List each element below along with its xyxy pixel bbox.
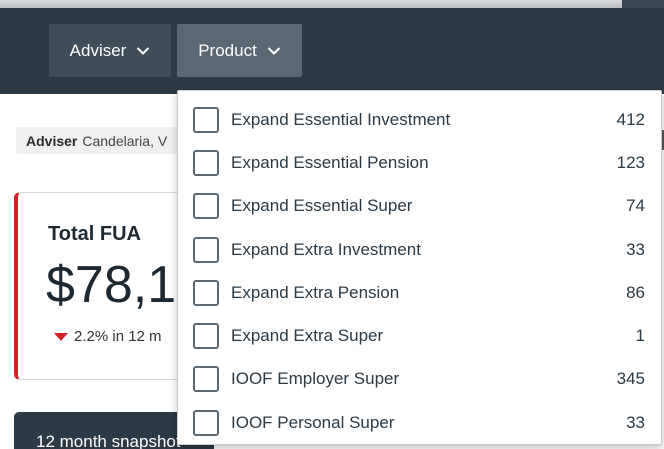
option-label: Expand Extra Investment (231, 239, 421, 259)
option-count: 1 (635, 326, 645, 346)
option-count: 33 (626, 412, 645, 432)
chevron-down-icon (137, 46, 150, 55)
option-checkbox[interactable] (193, 236, 219, 263)
filter-chip-key: Adviser (26, 132, 78, 149)
product-option[interactable]: Expand Essential Super 74 (178, 185, 661, 228)
option-checkbox[interactable] (193, 279, 219, 306)
filter-chip-value: Candelaria, V (82, 132, 168, 149)
option-label: Expand Extra Super (231, 326, 384, 346)
option-count: 123 (616, 152, 645, 172)
option-count: 345 (616, 369, 645, 389)
option-checkbox[interactable] (193, 149, 219, 176)
navbar: Adviser Product (0, 8, 664, 94)
adviser-filter-label: Adviser (69, 40, 127, 60)
product-option[interactable]: IOOF Employer Super 345 (178, 358, 661, 401)
option-checkbox[interactable] (193, 366, 219, 393)
option-checkbox[interactable] (193, 323, 219, 350)
option-label: Expand Essential Pension (231, 152, 429, 172)
option-count: 412 (616, 109, 645, 129)
snapshot-title: 12 month snapshot (36, 432, 181, 449)
product-option[interactable]: Expand Essential Investment 412 (178, 98, 661, 141)
option-label: IOOF Employer Super (231, 369, 400, 389)
product-option[interactable]: Expand Essential Pension 123 (178, 141, 661, 184)
top-strip (0, 0, 664, 8)
product-filter-label: Product (198, 40, 257, 60)
product-dropdown-menu: Expand Essential Investment 412 Expand E… (177, 90, 662, 445)
option-count: 86 (626, 282, 645, 302)
trend-text: 2.2% in 12 m (74, 328, 162, 345)
option-count: 33 (626, 239, 645, 259)
option-label: Expand Extra Pension (231, 282, 400, 302)
card-value: $78,1 (46, 256, 177, 314)
product-option[interactable]: Expand Extra Pension 86 (178, 271, 661, 314)
top-strip-dark (622, 0, 664, 8)
option-label: IOOF Personal Super (231, 412, 395, 432)
product-option[interactable]: IOOF Personal Super 33 (178, 401, 661, 444)
option-checkbox[interactable] (193, 409, 219, 436)
option-checkbox[interactable] (193, 106, 219, 133)
trend-down-icon (54, 332, 68, 341)
option-label: Expand Essential Investment (231, 109, 451, 129)
adviser-filter-button[interactable]: Adviser (49, 24, 171, 77)
card-title: Total FUA (48, 223, 141, 245)
option-count: 74 (626, 196, 645, 216)
product-option[interactable]: Expand Extra Super 1 (178, 314, 661, 357)
option-checkbox[interactable] (193, 193, 219, 220)
product-option[interactable]: Expand Extra Investment 33 (178, 228, 661, 271)
option-label: Expand Essential Super (231, 196, 413, 216)
chevron-down-icon (267, 46, 281, 55)
card-trend: 2.2% in 12 m (54, 328, 162, 345)
product-filter-button[interactable]: Product (177, 24, 302, 77)
